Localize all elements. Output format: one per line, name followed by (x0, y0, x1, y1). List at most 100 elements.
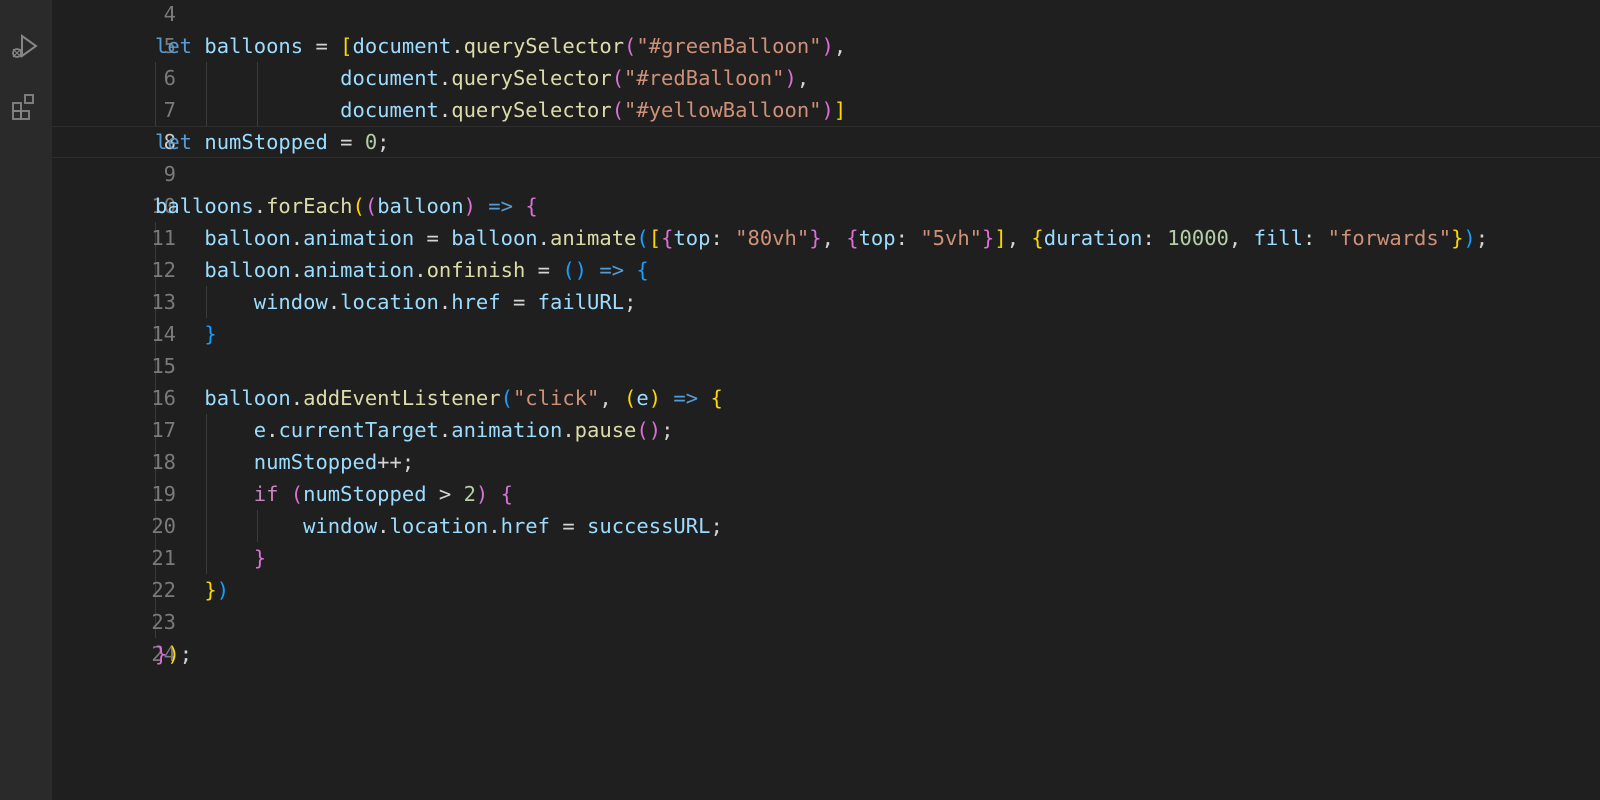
code-token: "5vh" (920, 226, 983, 250)
code-line[interactable]: 16 balloon.addEventListener("click", (e)… (52, 382, 1600, 414)
line-number: 9 (163, 162, 176, 186)
code-token: = (303, 34, 341, 58)
code-line[interactable]: 22 }) (52, 574, 1600, 606)
code-token: } (982, 226, 995, 250)
code-token: ; (179, 642, 193, 666)
extensions-icon[interactable] (8, 90, 44, 126)
code-token: { (1031, 226, 1044, 250)
code-token: , (796, 66, 810, 90)
code-token: currentTarget (278, 418, 439, 442)
code-token: } (155, 642, 168, 666)
code-token: window (253, 290, 328, 314)
code-token: 10000 (1167, 226, 1229, 250)
code-token: = (414, 226, 452, 250)
code-token: href (451, 290, 501, 314)
code-token: { (525, 194, 538, 218)
code-token: ) (821, 98, 834, 122)
code-token: , (599, 386, 625, 410)
code-token: () (562, 258, 588, 282)
code-token: ( (290, 482, 304, 506)
code-line[interactable]: 10 balloons.forEach((balloon) => { (52, 190, 1600, 222)
code-token: = (327, 130, 365, 154)
code-token: numStopped (204, 130, 328, 154)
code-token: ) (463, 194, 476, 218)
code-token: onfinish (426, 258, 526, 282)
code-line[interactable]: 21 } (52, 542, 1600, 574)
code-token: [ (340, 34, 353, 58)
code-line[interactable]: 4 (52, 0, 1600, 30)
code-token: ) (167, 642, 180, 666)
code-line[interactable]: 15 (52, 350, 1600, 382)
code-token: ( (611, 66, 625, 90)
code-token: 0 (364, 130, 378, 154)
code-token: . (266, 418, 279, 442)
code-token: balloon (204, 226, 291, 250)
line-number: 4 (163, 2, 176, 26)
code-token: { (846, 226, 859, 250)
code-token: : (710, 226, 736, 250)
code-line[interactable]: 20 window.location.href = successURL; (52, 510, 1600, 542)
code-line[interactable]: 5 let balloons = [document.querySelector(… (52, 30, 1600, 62)
code-token: href (500, 514, 550, 538)
code-token: . (327, 290, 341, 314)
code-line[interactable]: 14 } (52, 318, 1600, 350)
code-line[interactable]: 23 (52, 606, 1600, 638)
code-text: let balloons = [document.querySelector("… (155, 30, 846, 62)
code-token: ( (500, 386, 513, 410)
code-text: }) (155, 574, 229, 606)
code-line[interactable]: 19 if (numStopped > 2) { (52, 478, 1600, 510)
run-debug-icon[interactable] (8, 28, 44, 64)
code-token: balloon (451, 226, 538, 250)
code-token: balloons (204, 34, 304, 58)
code-text: balloon.animation.onfinish = () => { (155, 254, 648, 286)
code-editor[interactable]: 4 5 let balloons = [document.querySelector… (52, 0, 1600, 800)
code-token: . (290, 386, 304, 410)
code-token: . (438, 66, 452, 90)
code-text: balloon.animation = balloon.animate([{to… (155, 222, 1488, 254)
code-token: querySelector (463, 34, 625, 58)
code-line[interactable]: 6 document.querySelector("#redBalloon"), (52, 62, 1600, 94)
line-number: 23 (151, 610, 176, 634)
code-text: }); (155, 638, 192, 670)
code-line[interactable]: 7 document.querySelector("#yellowBalloon… (52, 94, 1600, 126)
code-token: duration (1043, 226, 1143, 250)
code-token: ++; (377, 450, 415, 474)
code-token: = (500, 290, 538, 314)
code-token: . (290, 258, 304, 282)
code-token: = (549, 514, 588, 538)
code-line[interactable]: 13 window.location.href = failURL; (52, 286, 1600, 318)
code-line[interactable]: 24}); (52, 638, 1600, 670)
code-token: () (636, 418, 662, 442)
code-text: if (numStopped > 2) { (155, 478, 513, 510)
code-token: => (488, 194, 513, 218)
code-token: "#greenBalloon" (636, 34, 822, 58)
code-token: querySelector (451, 98, 612, 122)
code-line[interactable]: 9 (52, 158, 1600, 190)
code-token: failURL (537, 290, 625, 314)
code-token: e (636, 386, 649, 410)
code-line[interactable]: 11 balloon.animation = balloon.animate([… (52, 222, 1600, 254)
code-token: . (451, 34, 464, 58)
code-token: : (895, 226, 921, 250)
code-token: numStopped (303, 482, 427, 506)
code-token: balloon (204, 258, 291, 282)
code-token: addEventListener (303, 386, 501, 410)
code-line[interactable]: 17 e.currentTarget.animation.pause(); (52, 414, 1600, 446)
code-token: ( (624, 386, 637, 410)
code-token: , (1228, 226, 1254, 250)
code-line[interactable]: 8 let numStopped = 0; (52, 126, 1600, 158)
code-token: "#redBalloon" (624, 66, 785, 90)
code-line[interactable]: 18 numStopped++; (52, 446, 1600, 478)
code-token: "80vh" (735, 226, 810, 250)
code-line[interactable]: 12 balloon.animation.onfinish = () => { (52, 254, 1600, 286)
